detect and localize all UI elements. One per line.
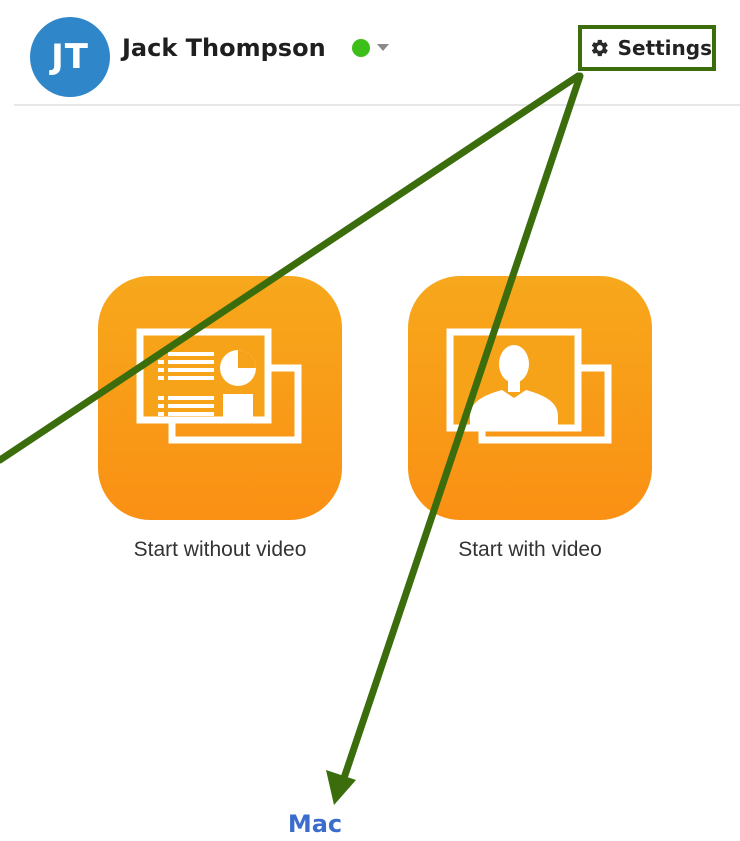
avatar-initials: JT <box>51 37 89 77</box>
header-divider <box>14 104 740 106</box>
status-indicator[interactable] <box>352 39 370 57</box>
gear-icon <box>591 39 608 57</box>
header-bar: JT Jack Thompson Settings <box>0 0 740 104</box>
platform-label: Mac <box>287 810 343 838</box>
settings-button[interactable]: Settings <box>578 25 716 71</box>
status-dot-icon <box>352 39 370 57</box>
start-without-video-label: Start without video <box>133 538 307 561</box>
start-with-video-button[interactable] <box>408 276 652 520</box>
arrow-head-icon <box>326 770 356 805</box>
user-name: Jack Thompson <box>122 34 326 62</box>
start-without-video-button[interactable] <box>98 276 342 520</box>
start-with-video-label: Start with video <box>458 538 602 561</box>
chevron-down-icon[interactable] <box>377 44 389 51</box>
screen-share-presentation-icon <box>136 328 302 444</box>
video-person-icon <box>446 328 612 444</box>
avatar[interactable]: JT <box>30 17 110 97</box>
settings-label: Settings <box>617 36 712 60</box>
